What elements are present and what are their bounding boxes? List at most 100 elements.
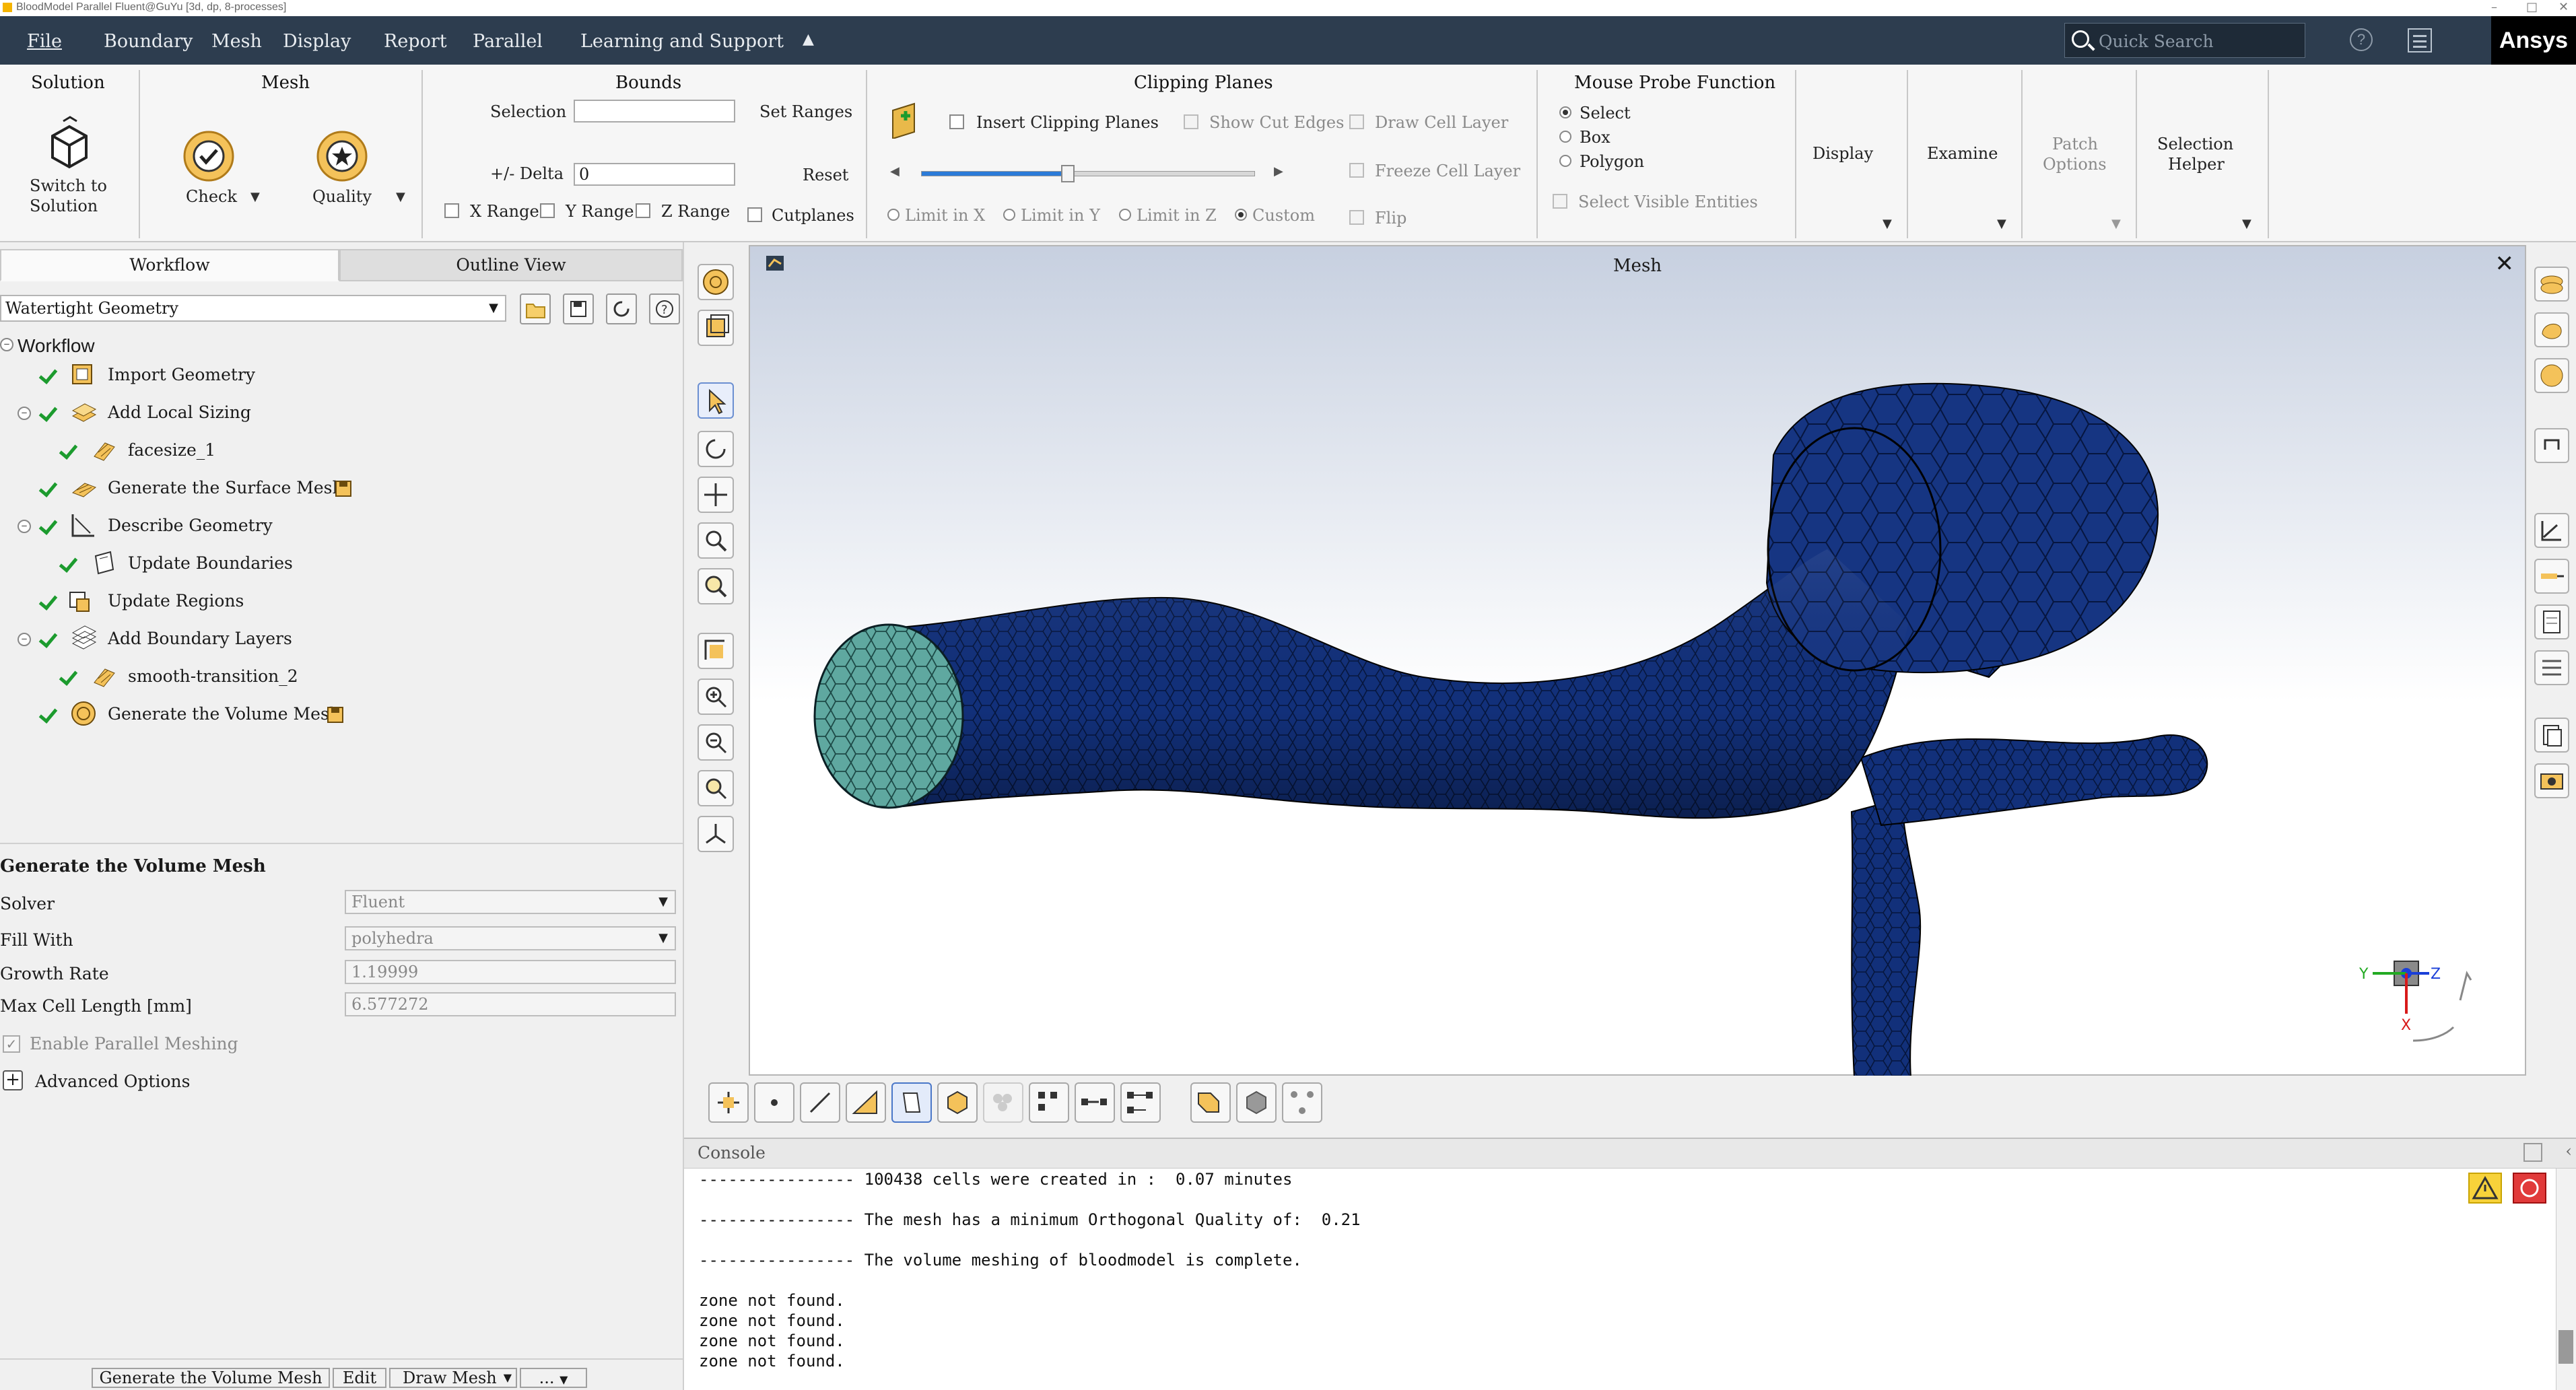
camera-tool[interactable] [2534,763,2569,798]
spread-filter-button[interactable] [1282,1082,1322,1123]
y-range-checkbox[interactable] [540,203,555,218]
solver-select[interactable]: Fluent ▼ [345,890,676,914]
body-filter-button[interactable] [937,1082,978,1123]
advanced-options-label[interactable]: Advanced Options [35,1072,190,1091]
filter-settings-button[interactable] [1190,1082,1231,1123]
reset-button[interactable]: Reset [803,166,848,184]
max-cell-length-input[interactable]: 6.577272 [345,992,676,1016]
workflow-type-select[interactable]: Watertight Geometry ▼ [0,295,506,322]
fit-view-tool[interactable] [698,633,734,669]
draw-cell-layer-checkbox[interactable] [1349,114,1364,129]
menu-file[interactable]: File [27,31,62,52]
quality-dropdown-icon[interactable]: ▼ [396,190,405,204]
report-tool[interactable] [2534,604,2569,639]
collapse-ribbon-icon[interactable]: ▲ [803,31,814,48]
tab-workflow[interactable]: Workflow [0,249,339,281]
close-window-icon[interactable]: ✕ [2558,0,2569,14]
bounds-tool[interactable] [698,310,734,346]
console-scrollbar-thumb[interactable] [2558,1330,2573,1364]
clipping-plane-icon[interactable] [887,101,925,140]
limit-z-radio[interactable] [1119,209,1131,221]
parallel-meshing-checkbox[interactable]: ✓ [3,1035,20,1053]
menu-display[interactable]: Display [283,31,351,52]
settings-panel-icon[interactable] [2408,28,2432,53]
patch-options-label-1[interactable]: Patch [2052,135,2098,153]
help-icon[interactable]: ? [2350,28,2373,51]
patch-dropdown-icon[interactable]: ▼ [2111,217,2121,231]
cells-filter-button[interactable] [983,1082,1023,1123]
selection-helper-label-1[interactable]: Selection [2157,135,2233,153]
pointer-tool[interactable] [698,382,734,419]
minimize-icon[interactable]: – [2491,0,2497,14]
console-scrollbar[interactable] [2556,1169,2576,1390]
selection-helper-label-2[interactable]: Helper [2168,155,2225,174]
custom-radio[interactable] [1235,209,1247,221]
draw-mesh-button[interactable]: Draw Mesh ▼ [389,1368,517,1388]
delta-input[interactable]: 0 [574,163,735,186]
collapse-workflow-icon[interactable]: – [0,338,13,351]
mesh-display-tool[interactable] [698,264,734,300]
tab-outline-view[interactable]: Outline View [339,249,683,281]
workflow-root[interactable]: Workflow [18,335,95,357]
clipping-slider-track[interactable] [921,165,1255,182]
fill-with-select[interactable]: polyhedra ▼ [345,926,676,950]
view-tool-3[interactable] [2534,358,2569,393]
refresh-workflow-button[interactable] [606,293,637,324]
console-float-icon[interactable] [2523,1143,2542,1162]
patch-options-label-2[interactable]: Options [2043,155,2107,174]
limit-y-radio[interactable] [1003,209,1015,221]
zoom-box-tool[interactable] [698,568,734,604]
collapse-boundary-layers-icon[interactable]: – [18,633,31,646]
check-dropdown-icon[interactable]: ▼ [250,190,260,204]
more-options-button[interactable]: ... ▼ [520,1368,587,1388]
graphics-window[interactable]: Mesh ✕ Y Z X [749,245,2526,1077]
flip-checkbox[interactable] [1349,210,1364,225]
clipping-slider-handle[interactable] [1061,165,1075,182]
axes-tool[interactable] [698,816,734,852]
set-ranges-button[interactable]: Set Ranges [759,102,852,121]
open-folder-button[interactable] [520,293,551,324]
cutplanes-checkbox[interactable] [747,207,762,222]
display-dropdown-icon[interactable]: ▼ [1883,217,1892,231]
warning-icon[interactable] [2468,1173,2502,1204]
zoom-tool[interactable] [698,522,734,559]
connect-filter-button[interactable] [1075,1082,1115,1123]
error-icon[interactable] [2513,1173,2546,1204]
node-filter-button[interactable] [1029,1082,1069,1123]
edge-filter-button[interactable] [800,1082,840,1123]
zoom-to-fit-tool[interactable] [698,770,734,806]
menu-parallel[interactable]: Parallel [473,31,543,52]
expand-advanced-icon[interactable]: + [3,1070,23,1090]
zoom-in-tool[interactable] [698,679,734,715]
quality-button[interactable] [315,129,369,183]
multi-connect-button[interactable] [1120,1082,1161,1123]
edit-button[interactable]: Edit [333,1368,386,1388]
list-tool[interactable] [2534,650,2569,685]
probe-box-radio[interactable] [1559,131,1571,143]
point-filter-button[interactable] [754,1082,794,1123]
generate-volume-mesh-button[interactable]: Generate the Volume Mesh [92,1368,330,1388]
undo-view-tool[interactable] [2534,428,2569,463]
examine-button[interactable]: Examine [1927,144,1998,163]
collapse-describe-geometry-icon[interactable]: – [18,520,31,533]
slider-left-arrow-icon[interactable]: ◀ [890,164,900,178]
switch-to-solution-button[interactable] [40,116,98,174]
copy-tool[interactable] [2534,718,2569,753]
limit-x-radio[interactable] [887,209,900,221]
freeze-cell-layer-checkbox[interactable] [1349,163,1364,178]
pan-tool[interactable] [698,477,734,513]
console-collapse-icon[interactable]: ‹ [2565,1142,2572,1160]
show-cut-edges-checkbox[interactable] [1184,114,1198,129]
x-range-checkbox[interactable] [444,203,459,218]
insert-clipping-checkbox[interactable] [949,114,964,129]
menu-report[interactable]: Report [384,31,447,52]
rotate-tool[interactable] [698,431,734,467]
examine-dropdown-icon[interactable]: ▼ [1997,217,2006,231]
check-button[interactable] [182,129,236,183]
selection-helper-dropdown-icon[interactable]: ▼ [2242,217,2251,231]
hidden-filter-button[interactable] [1236,1082,1277,1123]
display-button[interactable]: Display [1812,144,1873,163]
zone-filter-button[interactable] [891,1082,932,1123]
slider-right-arrow-icon[interactable]: ▶ [1274,164,1283,178]
face-filter-button[interactable] [846,1082,886,1123]
